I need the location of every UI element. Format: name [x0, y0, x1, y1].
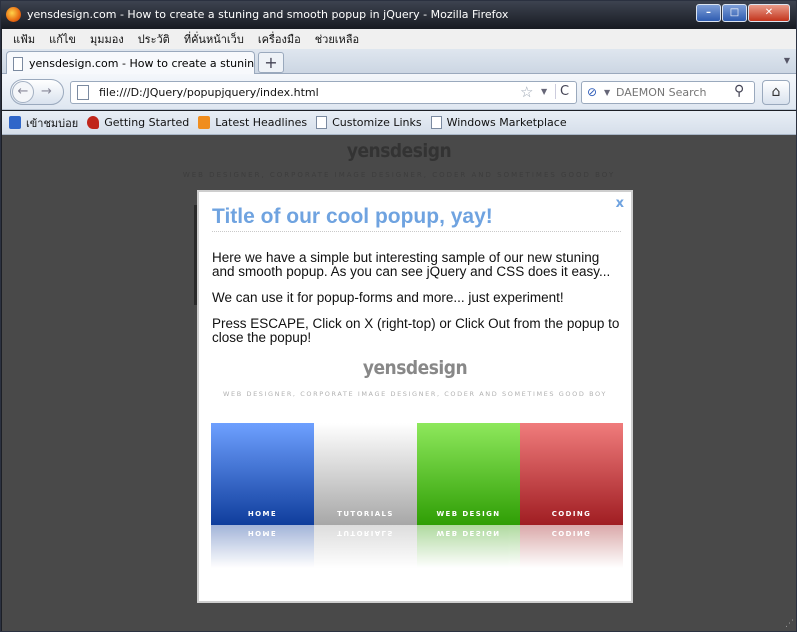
- reload-icon[interactable]: C: [555, 84, 569, 99]
- nav-tile-label: CODING: [551, 510, 592, 518]
- back-forward-group: ← →: [10, 79, 64, 105]
- menu-edit[interactable]: แก้ไข: [49, 30, 76, 48]
- search-input[interactable]: [616, 85, 728, 100]
- menu-history[interactable]: ประวัติ: [138, 30, 170, 48]
- bookmark-label: เข้าชมบ่อย: [26, 116, 79, 130]
- reflection-label: CODING: [551, 529, 592, 537]
- reflection-label: TUTORIALS: [337, 529, 394, 537]
- bookmark-label: Latest Headlines: [215, 116, 308, 129]
- page-content-overlay[interactable]: yensdesign WEB DESIGNER, CORPORATE IMAGE…: [2, 135, 796, 631]
- background-tagline: WEB DESIGNER, CORPORATE IMAGE DESIGNER, …: [182, 171, 616, 179]
- nav-tile-tutorials[interactable]: TUTORIALS: [314, 423, 417, 525]
- popup-paragraph-3: Press ESCAPE, Click on X (right-top) or …: [212, 316, 620, 345]
- tab-strip: yensdesign.com - How to create a stuning…: [2, 49, 796, 75]
- popup-paragraph-1: Here we have a simple but interesting sa…: [212, 250, 611, 279]
- nav-tile-home[interactable]: HOME: [211, 423, 314, 525]
- nav-tiles-reflection: HOME TUTORIALS WEB DESIGN CODING: [211, 525, 623, 570]
- menu-tools[interactable]: เครื่องมือ: [258, 30, 301, 48]
- search-bar: ⊘ ▼ ⚲: [581, 81, 755, 104]
- nav-tile-coding[interactable]: CODING: [520, 423, 623, 525]
- navigation-toolbar: ← → file:///D:/JQuery/popupjquery/index.…: [2, 74, 796, 110]
- bookmark-star-icon[interactable]: ☆: [520, 83, 533, 101]
- reflection-home: HOME: [211, 525, 314, 570]
- page-icon: [13, 56, 24, 71]
- firefox-icon: [6, 7, 21, 22]
- tab-label: yensdesign.com - How to create a stuning…: [29, 57, 254, 70]
- reflection-label: HOME: [247, 529, 278, 537]
- bookmark-label: Customize Links: [332, 116, 422, 129]
- bookmark-label: Getting Started: [104, 116, 190, 129]
- menu-file[interactable]: แฟ้ม: [13, 30, 35, 48]
- bookmark-getting-started[interactable]: Getting Started: [87, 116, 189, 129]
- firefox-red-icon: [87, 116, 100, 129]
- background-logo: yensdesign: [346, 140, 452, 162]
- reflection-label: WEB DESIGN: [436, 529, 501, 537]
- popup-tagline: WEB DESIGNER, CORPORATE IMAGE DESIGNER, …: [223, 390, 607, 398]
- menu-bar: แฟ้ม แก้ไข มุมมอง ประวัติ ที่คั่นหน้าเว็…: [2, 29, 796, 49]
- bookmark-most-visited[interactable]: เข้าชมบ่อย: [9, 114, 78, 132]
- home-button[interactable]: ⌂: [762, 80, 790, 105]
- back-arrow-icon[interactable]: ←: [12, 81, 34, 103]
- bookmarks-toolbar: เข้าชมบ่อย Getting Started Latest Headli…: [2, 111, 796, 135]
- tab-yensdesign[interactable]: yensdesign.com - How to create a stuning…: [6, 51, 255, 75]
- reflection-coding: CODING: [520, 525, 623, 570]
- browser-window: yensdesign.com - How to create a stuning…: [0, 0, 797, 632]
- site-page-icon: [77, 85, 89, 100]
- popup-logo: yensdesign: [362, 357, 468, 379]
- rss-icon: [198, 116, 211, 129]
- window-controls: – □ ✕: [696, 4, 790, 22]
- blue-search-icon: [9, 116, 21, 129]
- menu-bookmarks[interactable]: ที่คั่นหน้าเว็บ: [184, 30, 244, 48]
- reflection-tutorials: TUTORIALS: [314, 525, 417, 570]
- reflection-web-design: WEB DESIGN: [417, 525, 520, 570]
- nav-tile-label: WEB DESIGN: [436, 510, 501, 518]
- bookmark-label: Windows Marketplace: [446, 116, 567, 129]
- menu-help[interactable]: ช่วยเหลือ: [315, 30, 359, 48]
- bookmark-customize-links[interactable]: Customize Links: [316, 116, 422, 129]
- bookmark-latest-headlines[interactable]: Latest Headlines: [198, 116, 307, 129]
- url-bar[interactable]: file:///D:/JQuery/popupjquery/index.html…: [70, 81, 577, 104]
- search-engine-icon[interactable]: ⊘: [587, 85, 597, 99]
- forward-arrow-icon[interactable]: →: [41, 84, 52, 99]
- nav-tile-label: TUTORIALS: [337, 510, 394, 518]
- tab-list-chevron-icon[interactable]: ▼: [784, 56, 790, 65]
- page-icon: [430, 116, 442, 129]
- maximize-button[interactable]: □: [722, 4, 747, 22]
- resize-grip-icon[interactable]: ⋰: [785, 619, 794, 629]
- close-button[interactable]: ✕: [748, 4, 790, 22]
- page-icon: [316, 116, 328, 129]
- popup-dialog: x Title of our cool popup, yay! Here we …: [197, 190, 633, 603]
- popup-paragraph-2: We can use it for popup-forms and more..…: [212, 290, 564, 305]
- menu-view[interactable]: มุมมอง: [90, 30, 124, 48]
- search-magnifier-icon[interactable]: ⚲: [734, 83, 744, 99]
- nav-tiles: HOME TUTORIALS WEB DESIGN CODING: [211, 423, 623, 525]
- bookmark-windows-marketplace[interactable]: Windows Marketplace: [430, 116, 567, 129]
- window-title: yensdesign.com - How to create a stuning…: [27, 8, 509, 21]
- title-bar: yensdesign.com - How to create a stuning…: [1, 1, 796, 29]
- url-history-chevron-icon[interactable]: ▼: [541, 87, 547, 96]
- url-text[interactable]: file:///D:/JQuery/popupjquery/index.html: [99, 86, 319, 99]
- nav-tile-web-design[interactable]: WEB DESIGN: [417, 423, 520, 525]
- new-tab-button[interactable]: +: [258, 52, 284, 73]
- minimize-button[interactable]: –: [696, 4, 721, 22]
- popup-title: Title of our cool popup, yay!: [212, 205, 621, 232]
- search-engine-chevron-icon[interactable]: ▼: [604, 88, 610, 97]
- nav-tile-label: HOME: [247, 510, 278, 518]
